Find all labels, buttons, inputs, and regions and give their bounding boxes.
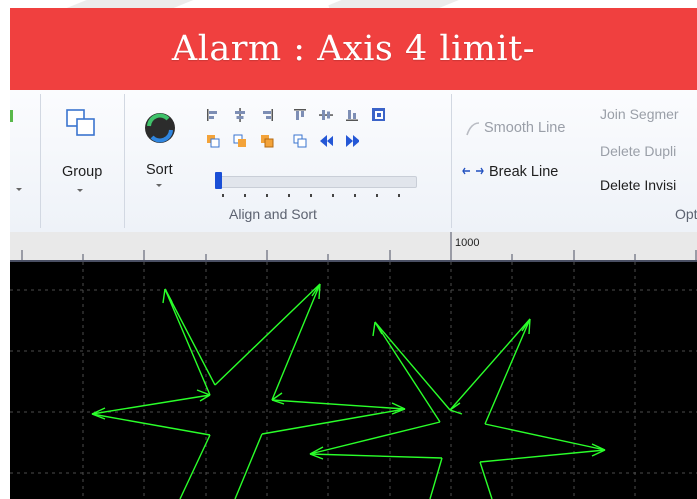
group-label: Group	[62, 164, 103, 180]
align-right-icon[interactable]	[260, 108, 274, 122]
ruler-label-1000: 1000	[455, 237, 480, 249]
alarm-banner: Alarm : Axis 4 limit-	[10, 8, 697, 90]
partial-icon	[10, 110, 13, 122]
center-page-icon[interactable]	[371, 107, 385, 121]
join-segments-button[interactable]: Join Segmer	[600, 106, 679, 122]
align-center-icon[interactable]	[233, 108, 247, 122]
break-line-label: Break Line	[489, 164, 559, 180]
sort-icon	[145, 113, 175, 143]
ruler-ticks	[21, 232, 697, 260]
separator	[40, 94, 41, 228]
ribbon-toolbar: Group Sort Align and Sort Smooth Line Br…	[10, 90, 697, 233]
chevron-down-icon	[77, 189, 83, 192]
order-forward-icon[interactable]	[260, 134, 274, 148]
order-slider-track[interactable]	[215, 176, 417, 188]
order-front-icon[interactable]	[206, 134, 220, 148]
drawing-canvas[interactable]	[10, 262, 697, 499]
sort-button[interactable]: Sort	[130, 94, 190, 204]
separator	[451, 94, 452, 228]
slider-ticks	[222, 194, 400, 197]
order-back-icon[interactable]	[233, 134, 247, 148]
rewind-icon[interactable]	[319, 134, 333, 148]
chevron-down-icon	[156, 184, 162, 187]
separator	[124, 94, 125, 228]
smooth-line-icon	[466, 122, 480, 136]
alarm-message: Alarm : Axis 4 limit-	[171, 29, 536, 69]
chevron-down-icon[interactable]	[16, 188, 22, 191]
break-line-button[interactable]: Break Line	[462, 162, 592, 184]
sort-label: Sort	[146, 162, 173, 178]
optimize-group-label: Opt	[675, 206, 697, 222]
align-sort-group-label: Align and Sort	[229, 206, 317, 222]
order-slider-thumb[interactable]	[215, 172, 222, 189]
delete-duplicates-button[interactable]: Delete Dupli	[600, 143, 676, 159]
align-bottom-icon[interactable]	[345, 108, 359, 122]
smooth-line-label: Smooth Line	[484, 120, 566, 136]
align-top-icon[interactable]	[293, 108, 307, 122]
group-icon	[66, 109, 95, 136]
star-shape-right[interactable]	[10, 262, 697, 499]
smooth-line-button[interactable]: Smooth Line	[462, 118, 592, 140]
fast-forward-icon[interactable]	[345, 134, 359, 148]
group-button[interactable]: Group	[46, 94, 116, 204]
delete-invisible-button[interactable]: Delete Invisi	[600, 177, 676, 193]
horizontal-ruler[interactable]: 1000	[10, 232, 697, 262]
break-line-icon	[462, 167, 484, 175]
align-left-icon[interactable]	[206, 108, 220, 122]
align-middle-icon[interactable]	[319, 108, 333, 122]
order-backward-icon[interactable]	[293, 134, 307, 148]
